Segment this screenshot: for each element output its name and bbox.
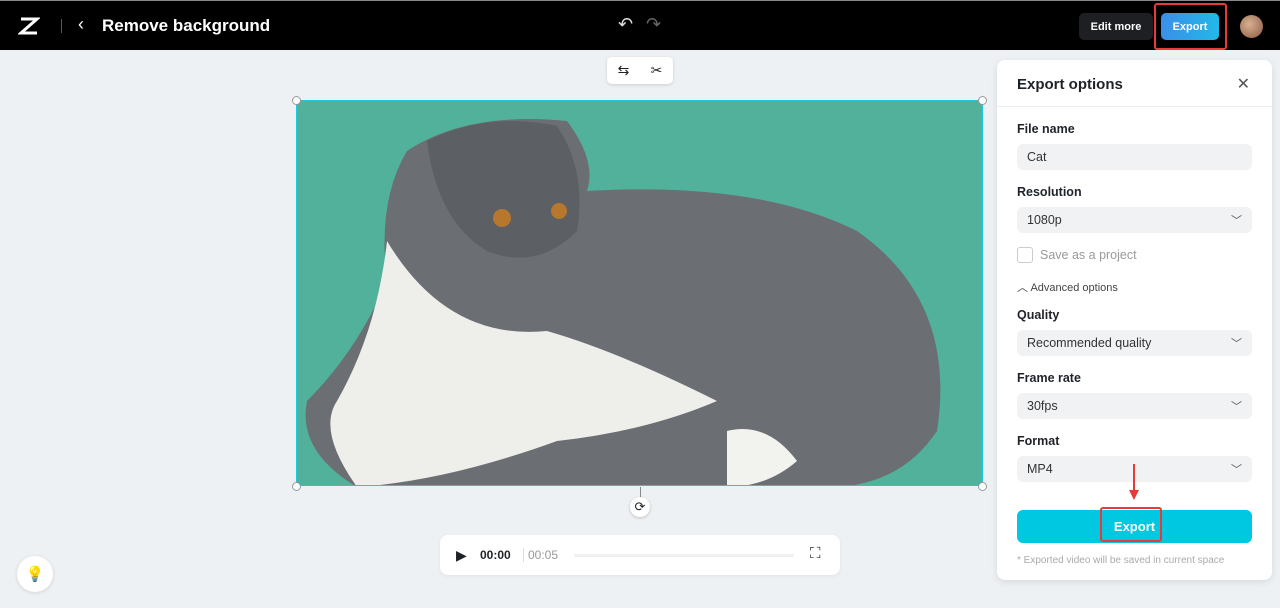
quality-label: Quality <box>1017 308 1060 322</box>
export-button-top[interactable]: Export <box>1161 13 1219 40</box>
resize-handle[interactable] <box>292 96 301 105</box>
resize-handle[interactable] <box>978 96 987 105</box>
undo-icon[interactable]: ↶ <box>618 14 633 35</box>
chevron-down-icon: ﹀ <box>1231 338 1242 350</box>
format-value: MP4 <box>1027 462 1053 476</box>
capcut-logo-icon[interactable] <box>18 15 40 37</box>
video-canvas[interactable] <box>296 100 983 486</box>
back-icon[interactable]: ‹ <box>78 14 84 35</box>
resolution-label: Resolution <box>1017 185 1082 199</box>
quality-select[interactable]: Recommended quality ﹀ <box>1017 330 1252 356</box>
rotate-icon[interactable]: ⟳ <box>630 497 650 517</box>
resize-handle[interactable] <box>978 482 987 491</box>
frame-rate-select[interactable]: 30fps ﹀ <box>1017 393 1252 419</box>
frame-rate-label: Frame rate <box>1017 371 1081 385</box>
lightbulb-icon[interactable]: 💡 <box>17 556 53 592</box>
scissors-icon[interactable]: ✂ <box>651 62 663 79</box>
export-note: * Exported video will be saved in curren… <box>1017 555 1225 566</box>
frame-rate-value: 30fps <box>1027 399 1058 413</box>
save-project-checkbox[interactable] <box>1017 247 1033 263</box>
chevron-up-icon: ︿ <box>1017 282 1028 294</box>
edit-more-button[interactable]: Edit more <box>1079 13 1153 40</box>
top-bar: ‹ Remove background ↶ ↷ Edit more Export <box>0 0 1280 50</box>
play-icon[interactable]: ▶ <box>456 547 467 564</box>
chevron-down-icon: ﹀ <box>1231 215 1242 227</box>
current-time: 00:00 <box>480 548 511 562</box>
canvas-toolbar: ⇆ ✂ <box>607 57 673 84</box>
quality-value: Recommended quality <box>1027 336 1152 350</box>
export-options-panel: Export options ✕ File name Cat Resolutio… <box>997 60 1272 580</box>
video-player: ▶ 00:00 00:05 ⛶ <box>440 535 840 575</box>
cat-image <box>305 119 941 485</box>
chevron-down-icon: ﹀ <box>1231 401 1242 413</box>
progress-slider[interactable] <box>574 554 794 557</box>
advanced-options-label: Advanced options <box>1030 282 1118 294</box>
fullscreen-icon[interactable]: ⛶ <box>810 545 821 562</box>
avatar[interactable] <box>1240 15 1263 38</box>
file-name-input[interactable]: Cat <box>1017 144 1252 170</box>
page-title: Remove background <box>102 16 271 35</box>
panel-title: Export options <box>1017 76 1123 93</box>
close-icon[interactable]: ✕ <box>1237 74 1250 94</box>
save-project-label: Save as a project <box>1040 248 1137 262</box>
advanced-options-toggle[interactable]: ︿ Advanced options <box>1017 279 1118 295</box>
file-name-label: File name <box>1017 122 1075 136</box>
format-label: Format <box>1017 434 1060 448</box>
annotation-arrow <box>1133 464 1135 492</box>
annotation-arrowhead <box>1129 490 1139 500</box>
redo-icon[interactable]: ↷ <box>646 14 661 35</box>
chevron-down-icon: ﹀ <box>1231 464 1242 476</box>
divider <box>61 19 62 33</box>
highlight-box <box>1100 507 1162 542</box>
duration: 00:05 <box>523 548 558 562</box>
resize-handle[interactable] <box>292 482 301 491</box>
resolution-select[interactable]: 1080p ﹀ <box>1017 207 1252 233</box>
swap-icon[interactable]: ⇆ <box>618 62 630 79</box>
resolution-value: 1080p <box>1027 213 1062 227</box>
